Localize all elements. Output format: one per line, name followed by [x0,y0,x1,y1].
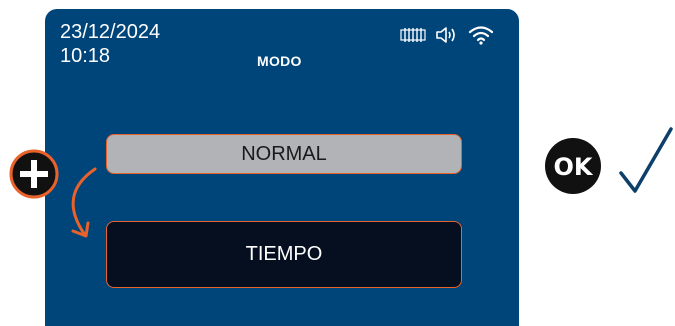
wifi-icon [468,25,494,50]
status-bar [400,25,494,50]
ok-icon: OK [545,138,601,194]
time-label: 10:18 [60,45,111,67]
display-screen: 23/12/2024 10:18 MODO NORMAL TIEMPO [45,9,519,326]
ok-button[interactable]: OK [544,137,602,195]
date-label: 23/12/2024 [60,21,161,43]
speaker-icon [435,26,459,49]
checkmark-icon [617,125,675,200]
plus-icon [9,149,59,199]
mode-option-label: TIEMPO [245,243,323,265]
mode-option-label: NORMAL [241,142,327,165]
page-title: MODO [257,53,302,69]
mode-option-tiempo[interactable]: TIEMPO [106,221,462,288]
arrow-icon [55,165,105,250]
radiator-icon [400,27,426,48]
plus-button[interactable] [9,149,59,199]
mode-option-normal[interactable]: NORMAL [106,134,462,174]
svg-text:OK: OK [554,153,594,181]
